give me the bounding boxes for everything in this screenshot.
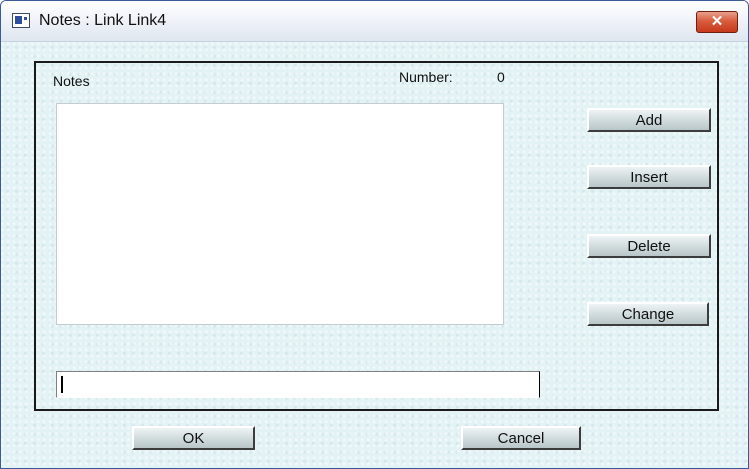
close-icon: ✕ [710,13,724,30]
notes-dialog: Notes : Link Link4 ✕ Notes Number: 0 Add… [0,0,749,469]
notes-list[interactable] [56,103,504,325]
number-value: 0 [497,69,505,85]
delete-button[interactable]: Delete [587,234,711,258]
text-caret [61,376,63,393]
change-button[interactable]: Change [587,302,709,326]
close-button[interactable]: ✕ [696,11,738,33]
insert-button[interactable]: Insert [587,165,711,189]
add-button[interactable]: Add [587,108,711,132]
notes-group: Notes Number: 0 Add Insert Delete Change [34,61,719,411]
notes-label: Notes [53,73,90,89]
dialog-client-area: Notes Number: 0 Add Insert Delete Change… [1,42,748,468]
ok-button[interactable]: OK [132,426,255,450]
title-bar[interactable]: Notes : Link Link4 ✕ [1,1,748,42]
number-label: Number: [399,69,453,85]
window-title: Notes : Link Link4 [39,12,167,29]
cancel-button[interactable]: Cancel [461,426,581,450]
app-window-icon [12,13,30,28]
note-text-input[interactable] [56,371,540,398]
